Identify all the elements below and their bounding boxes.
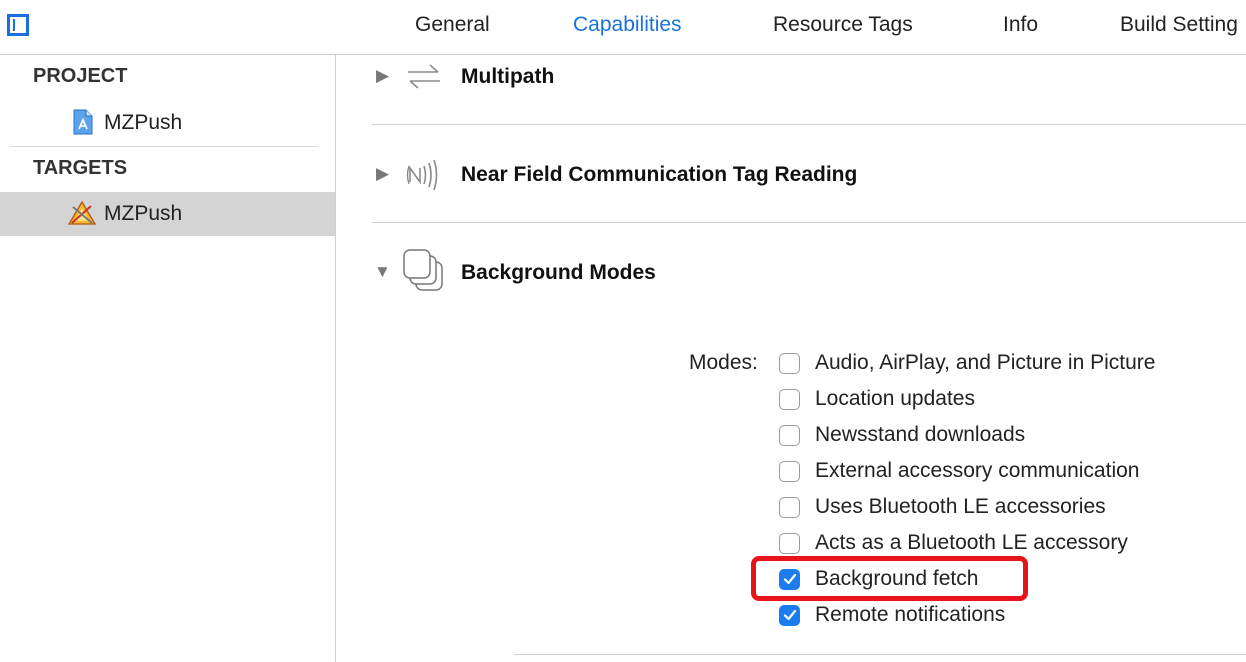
checkbox-checked[interactable] [779, 605, 800, 626]
tab-build-settings[interactable]: Build Setting [1120, 13, 1238, 37]
checkmark-icon [783, 609, 797, 621]
background-modes-icon [402, 248, 448, 301]
targets-heading: TARGETS [33, 157, 128, 179]
section-divider [514, 654, 1246, 655]
tab-capabilities[interactable]: Capabilities [573, 13, 682, 37]
mode-label: Remote notifications [815, 603, 1006, 626]
disclosure-expanded-icon[interactable]: ▼ [374, 262, 391, 282]
target-item-label: MZPush [104, 202, 183, 225]
section-title-multipath: Multipath [461, 65, 555, 88]
project-targets-sidebar: PROJECT MZPush TARGETS MZPush [0, 55, 336, 662]
section-title-background-modes: Background Modes [461, 261, 656, 284]
mode-label: Location updates [815, 387, 975, 410]
project-file-icon [71, 109, 97, 135]
editor-tab-bar: General Capabilities Resource Tags Info … [0, 0, 1246, 55]
project-item-label: MZPush [104, 111, 183, 134]
checkbox-unchecked[interactable] [779, 389, 800, 410]
sidebar-item-target-mzpush[interactable]: MZPush [0, 192, 335, 236]
modes-label: Modes: [689, 351, 758, 374]
project-heading: PROJECT [33, 65, 128, 87]
checkbox-unchecked[interactable] [779, 461, 800, 482]
disclosure-collapsed-icon[interactable]: ▶ [376, 66, 389, 86]
mode-label: External accessory communication [815, 459, 1140, 482]
capability-background-modes[interactable]: ▼ Background Modes [336, 248, 1246, 310]
mode-label: Acts as a Bluetooth LE accessory [815, 531, 1128, 554]
mode-label: Newsstand downloads [815, 423, 1026, 446]
tab-info[interactable]: Info [1003, 13, 1038, 37]
app-target-icon [67, 200, 97, 226]
sidebar-divider [10, 146, 318, 147]
mode-label: Uses Bluetooth LE accessories [815, 495, 1106, 518]
sidebar-item-project-mzpush[interactable]: MZPush [0, 101, 335, 145]
navigator-toggle-icon[interactable] [7, 14, 29, 36]
section-divider [372, 222, 1246, 223]
checkbox-unchecked[interactable] [779, 497, 800, 518]
checkbox-unchecked[interactable] [779, 425, 800, 446]
section-title-nfc: Near Field Communication Tag Reading [461, 163, 858, 186]
tab-general[interactable]: General [415, 13, 490, 37]
xcode-capabilities-window: General Capabilities Resource Tags Info … [0, 0, 1246, 662]
capabilities-pane: ▶ Multipath ▶ Near Field Communication T… [336, 55, 1246, 662]
mode-label: Audio, AirPlay, and Picture in Picture [815, 351, 1156, 374]
capability-multipath[interactable]: ▶ Multipath [336, 55, 1246, 115]
checkbox-unchecked[interactable] [779, 353, 800, 374]
section-divider [372, 124, 1246, 125]
checkbox-unchecked[interactable] [779, 533, 800, 554]
capability-nfc[interactable]: ▶ Near Field Communication Tag Reading [336, 153, 1246, 213]
nfc-icon [406, 158, 446, 197]
disclosure-collapsed-icon[interactable]: ▶ [376, 164, 389, 184]
annotation-highlight-box [751, 556, 1028, 601]
multipath-icon [404, 59, 444, 98]
tab-resource-tags[interactable]: Resource Tags [773, 13, 913, 37]
